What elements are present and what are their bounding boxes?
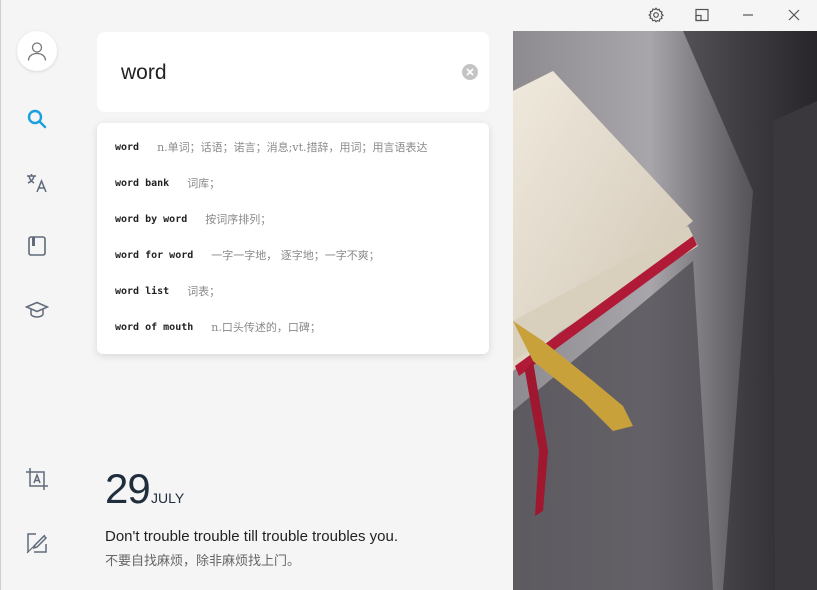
- suggestion-item[interactable]: word bank 词库；: [115, 173, 469, 193]
- user-icon: [27, 42, 47, 61]
- nav-select-translate[interactable]: [17, 523, 57, 563]
- search-icon: [27, 109, 47, 129]
- suggestion-word: word of mouth: [115, 321, 194, 333]
- suggestion-definition: 词库；: [187, 177, 221, 190]
- daily-quote-chinese: 不要自找麻烦，除非麻烦找上门。: [105, 554, 301, 569]
- suggestion-definition: 按词序排列；: [205, 213, 272, 226]
- suggestion-word: word list: [115, 285, 170, 297]
- suggestion-list: word n.单词；话语；诺言；消息;vt.措辞，用词；用言语表达 word b…: [97, 123, 489, 354]
- restore-icon: [695, 8, 709, 22]
- graduation-cap-icon: [25, 301, 49, 318]
- screenshot-text-icon: [26, 468, 48, 490]
- pen-select-icon: [26, 533, 48, 554]
- user-avatar[interactable]: [17, 31, 57, 71]
- settings-button[interactable]: [646, 5, 666, 25]
- settings-icon: [648, 7, 664, 23]
- suggestion-word: word by word: [115, 213, 188, 225]
- book-photo-illustration: [513, 31, 817, 590]
- suggestion-definition: 词表；: [187, 285, 221, 298]
- suggestion-item[interactable]: word for word 一字一字地， 逐字地；一字不爽；: [115, 245, 469, 265]
- suggestion-word: word bank: [115, 177, 170, 189]
- close-icon: [788, 9, 800, 21]
- close-button[interactable]: [784, 5, 804, 25]
- clear-search-button[interactable]: [462, 64, 478, 80]
- translate-icon: [27, 174, 47, 193]
- clear-icon: [466, 68, 474, 76]
- suggestion-definition: n.单词；话语；诺言；消息;vt.措辞，用词；用言语表达: [157, 141, 428, 154]
- nav-learn[interactable]: [17, 290, 57, 330]
- book-icon: [28, 236, 46, 256]
- date-day: 29: [105, 465, 151, 512]
- suggestion-definition: n.口头传述的，口碑；: [211, 321, 321, 334]
- suggestion-item[interactable]: word list 词表；: [115, 281, 469, 301]
- suggestion-word: word: [115, 141, 140, 153]
- suggestion-item[interactable]: word of mouth n.口头传述的，口碑；: [115, 317, 469, 337]
- date-month: JULY: [151, 490, 185, 506]
- minimize-button[interactable]: [738, 5, 758, 25]
- search-input[interactable]: [121, 58, 441, 88]
- suggestion-word: word for word: [115, 249, 194, 261]
- nav-translate[interactable]: [17, 163, 57, 203]
- nav-search[interactable]: [17, 99, 57, 139]
- suggestion-definition: 一字一字地， 逐字地；一字不爽；: [211, 249, 380, 262]
- daily-photo: [513, 31, 817, 590]
- suggestion-item[interactable]: word by word 按词序排列；: [115, 209, 469, 229]
- restore-button[interactable]: [692, 5, 712, 25]
- suggestion-item[interactable]: word n.单词；话语；诺言；消息;vt.措辞，用词；用言语表达: [115, 137, 469, 157]
- minimize-icon: [743, 14, 753, 16]
- nav-screenshot-translate[interactable]: [17, 459, 57, 499]
- window-border: [0, 0, 1, 590]
- search-box: [97, 32, 489, 112]
- daily-quote-english: Don't trouble trouble till trouble troub…: [105, 528, 399, 545]
- nav-wordbook[interactable]: [17, 226, 57, 266]
